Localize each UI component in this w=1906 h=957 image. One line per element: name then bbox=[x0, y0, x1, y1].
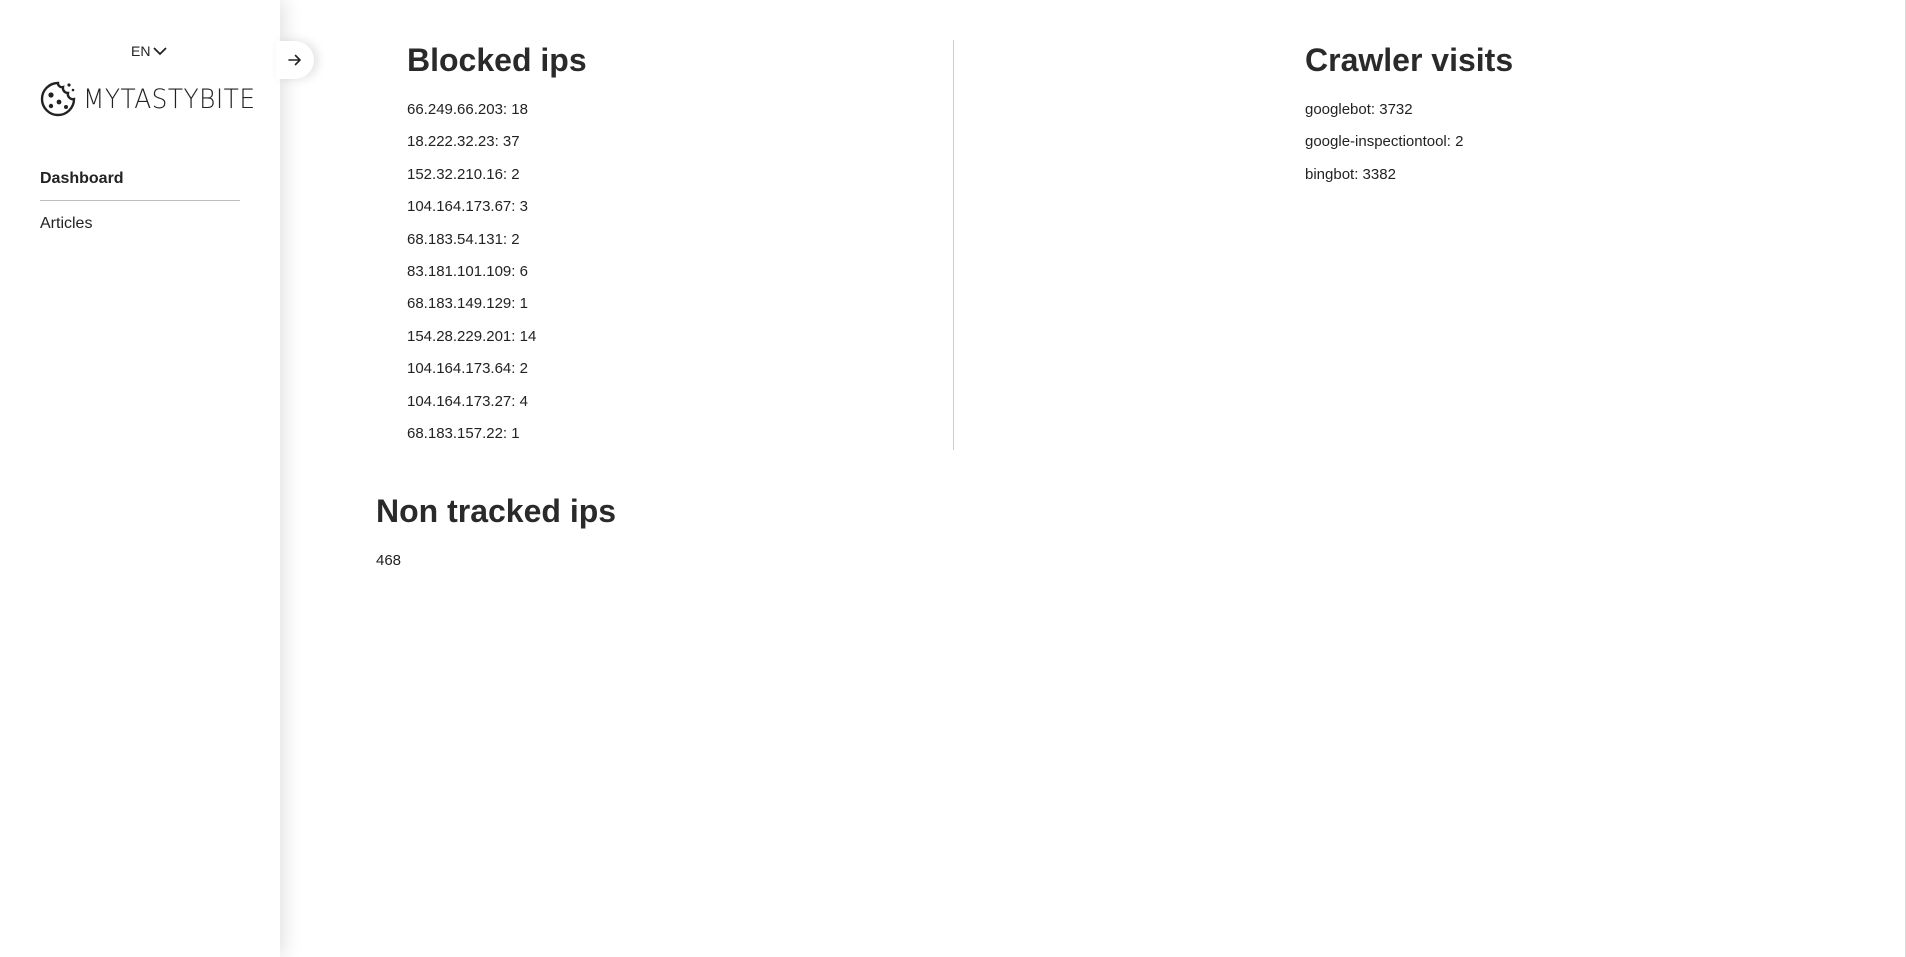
list-item: googlebot: 3732 bbox=[1305, 101, 1413, 118]
list-item: google-inspectiontool: 2 bbox=[1305, 133, 1464, 151]
list-item: 154.28.229.201: 14 bbox=[407, 327, 537, 345]
logo-text: MYTASTYBITE bbox=[83, 83, 256, 115]
list-item: 18.222.32.23: 37 bbox=[407, 133, 520, 151]
chevron-down-icon bbox=[153, 47, 168, 56]
list-item: 68.183.149.129: 1 bbox=[407, 295, 528, 313]
non-tracked-ips-title: Non tracked ips bbox=[376, 493, 617, 529]
list-item: 104.164.173.27: 4 bbox=[407, 392, 528, 410]
column-divider bbox=[953, 40, 954, 450]
sidebar-toggle-button[interactable] bbox=[276, 41, 314, 79]
blocked-ips-list: 66.249.66.203: 18 18.222.32.23: 37 152.3… bbox=[407, 101, 587, 457]
crawler-visits-section: Crawler visits googlebot: 3732 google-in… bbox=[1305, 42, 1513, 214]
list-item: 104.164.173.64: 2 bbox=[407, 360, 528, 378]
list-item: 68.183.54.131: 2 bbox=[407, 230, 520, 248]
crawler-visits-list: googlebot: 3732 google-inspectiontool: 2… bbox=[1305, 101, 1513, 198]
list-item: 152.32.210.16: 2 bbox=[407, 165, 520, 183]
list-item: 66.249.66.203: 18 bbox=[407, 101, 528, 118]
language-selector[interactable]: EN bbox=[131, 43, 168, 59]
non-tracked-ips-count: 468 bbox=[376, 552, 402, 569]
cookie-icon bbox=[40, 81, 76, 117]
list-item: 68.183.157.22: 1 bbox=[407, 424, 520, 442]
dashboard-main: Blocked ips 66.249.66.203: 18 18.222.32.… bbox=[280, 0, 1906, 957]
arrow-right-icon bbox=[288, 54, 301, 66]
sidebar-item-articles[interactable]: Articles bbox=[40, 213, 240, 235]
non-tracked-ips-section: Non tracked ips 468 bbox=[376, 493, 616, 569]
blocked-ips-section: Blocked ips 66.249.66.203: 18 18.222.32.… bbox=[407, 42, 587, 473]
list-item: 104.164.173.67: 3 bbox=[407, 198, 528, 216]
list-item: bingbot: 3382 bbox=[1305, 165, 1396, 183]
sidebar-nav: Dashboard Articles bbox=[40, 168, 240, 235]
crawler-visits-title: Crawler visits bbox=[1305, 42, 1514, 78]
blocked-ips-title: Blocked ips bbox=[407, 42, 587, 78]
language-label: EN bbox=[131, 43, 151, 59]
list-item: 83.181.101.109: 6 bbox=[407, 262, 528, 280]
logo[interactable]: MYTASTYBITE bbox=[39, 80, 270, 118]
sidebar: EN MYTASTYBITE Dashboard Articles bbox=[0, 0, 280, 957]
sidebar-item-dashboard[interactable]: Dashboard bbox=[40, 168, 240, 201]
